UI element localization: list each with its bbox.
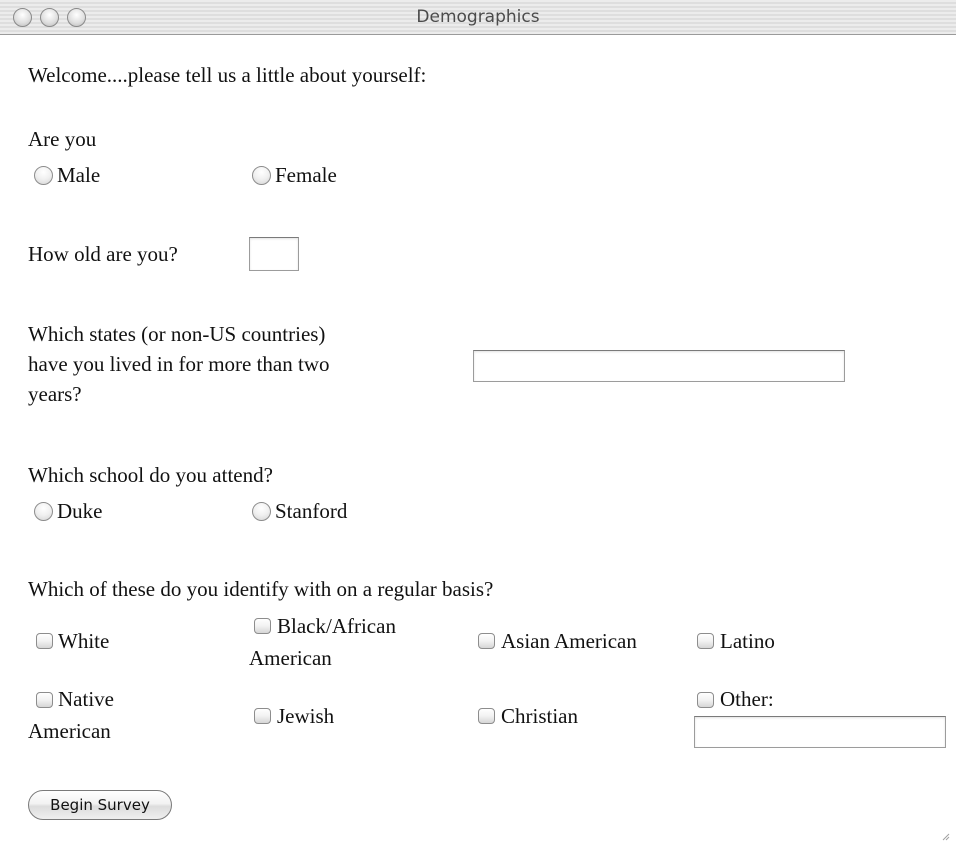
school-question: Which school do you attend? [28, 463, 273, 487]
title-bar[interactable]: Demographics [0, 0, 956, 35]
stanford-radio[interactable] [252, 502, 271, 521]
asian-american-label: Asian American [501, 629, 637, 653]
duke-label: Duke [57, 499, 103, 523]
female-radio[interactable] [252, 166, 271, 185]
jewish-checkbox[interactable] [254, 708, 271, 724]
other-checkbox[interactable] [697, 692, 714, 708]
asian-american-checkbox[interactable] [478, 633, 495, 649]
demographics-window: Demographics Welcome....please tell us a… [0, 0, 956, 847]
native-american-label-line-2: American [28, 719, 111, 743]
christian-checkbox[interactable] [478, 708, 495, 724]
age-input[interactable] [249, 237, 299, 271]
other-input[interactable] [694, 716, 946, 748]
male-radio[interactable] [34, 166, 53, 185]
states-question-line-3: years? [28, 382, 82, 406]
resize-grip-icon[interactable] [940, 831, 950, 841]
states-input[interactable] [473, 350, 845, 382]
white-checkbox[interactable] [36, 633, 53, 649]
window-title: Demographics [416, 7, 540, 27]
states-question-line-2: have you lived in for more than two [28, 352, 330, 376]
native-american-label-line-1: Native [58, 687, 114, 711]
identity-question: Which of these do you identify with on a… [28, 577, 494, 601]
stanford-label: Stanford [275, 499, 348, 523]
black-african-american-label-line-2: American [249, 646, 332, 670]
begin-survey-button[interactable]: Begin Survey [28, 790, 172, 820]
intro-text: Welcome....please tell us a little about… [28, 63, 427, 87]
duke-radio[interactable] [34, 502, 53, 521]
christian-label: Christian [501, 704, 578, 728]
other-label: Other: [720, 687, 774, 711]
latino-checkbox[interactable] [697, 633, 714, 649]
male-label: Male [57, 163, 101, 187]
black-african-american-label-line-1: Black/African [277, 614, 396, 638]
age-question: How old are you? [28, 242, 178, 266]
white-label: White [58, 629, 110, 653]
states-question-line-1: Which states (or non-US countries) [28, 322, 326, 346]
gender-question: Are you [28, 127, 97, 151]
female-label: Female [275, 163, 337, 187]
jewish-label: Jewish [277, 704, 335, 728]
native-american-checkbox[interactable] [36, 692, 53, 708]
latino-label: Latino [720, 629, 775, 653]
black-african-american-checkbox[interactable] [254, 618, 271, 634]
